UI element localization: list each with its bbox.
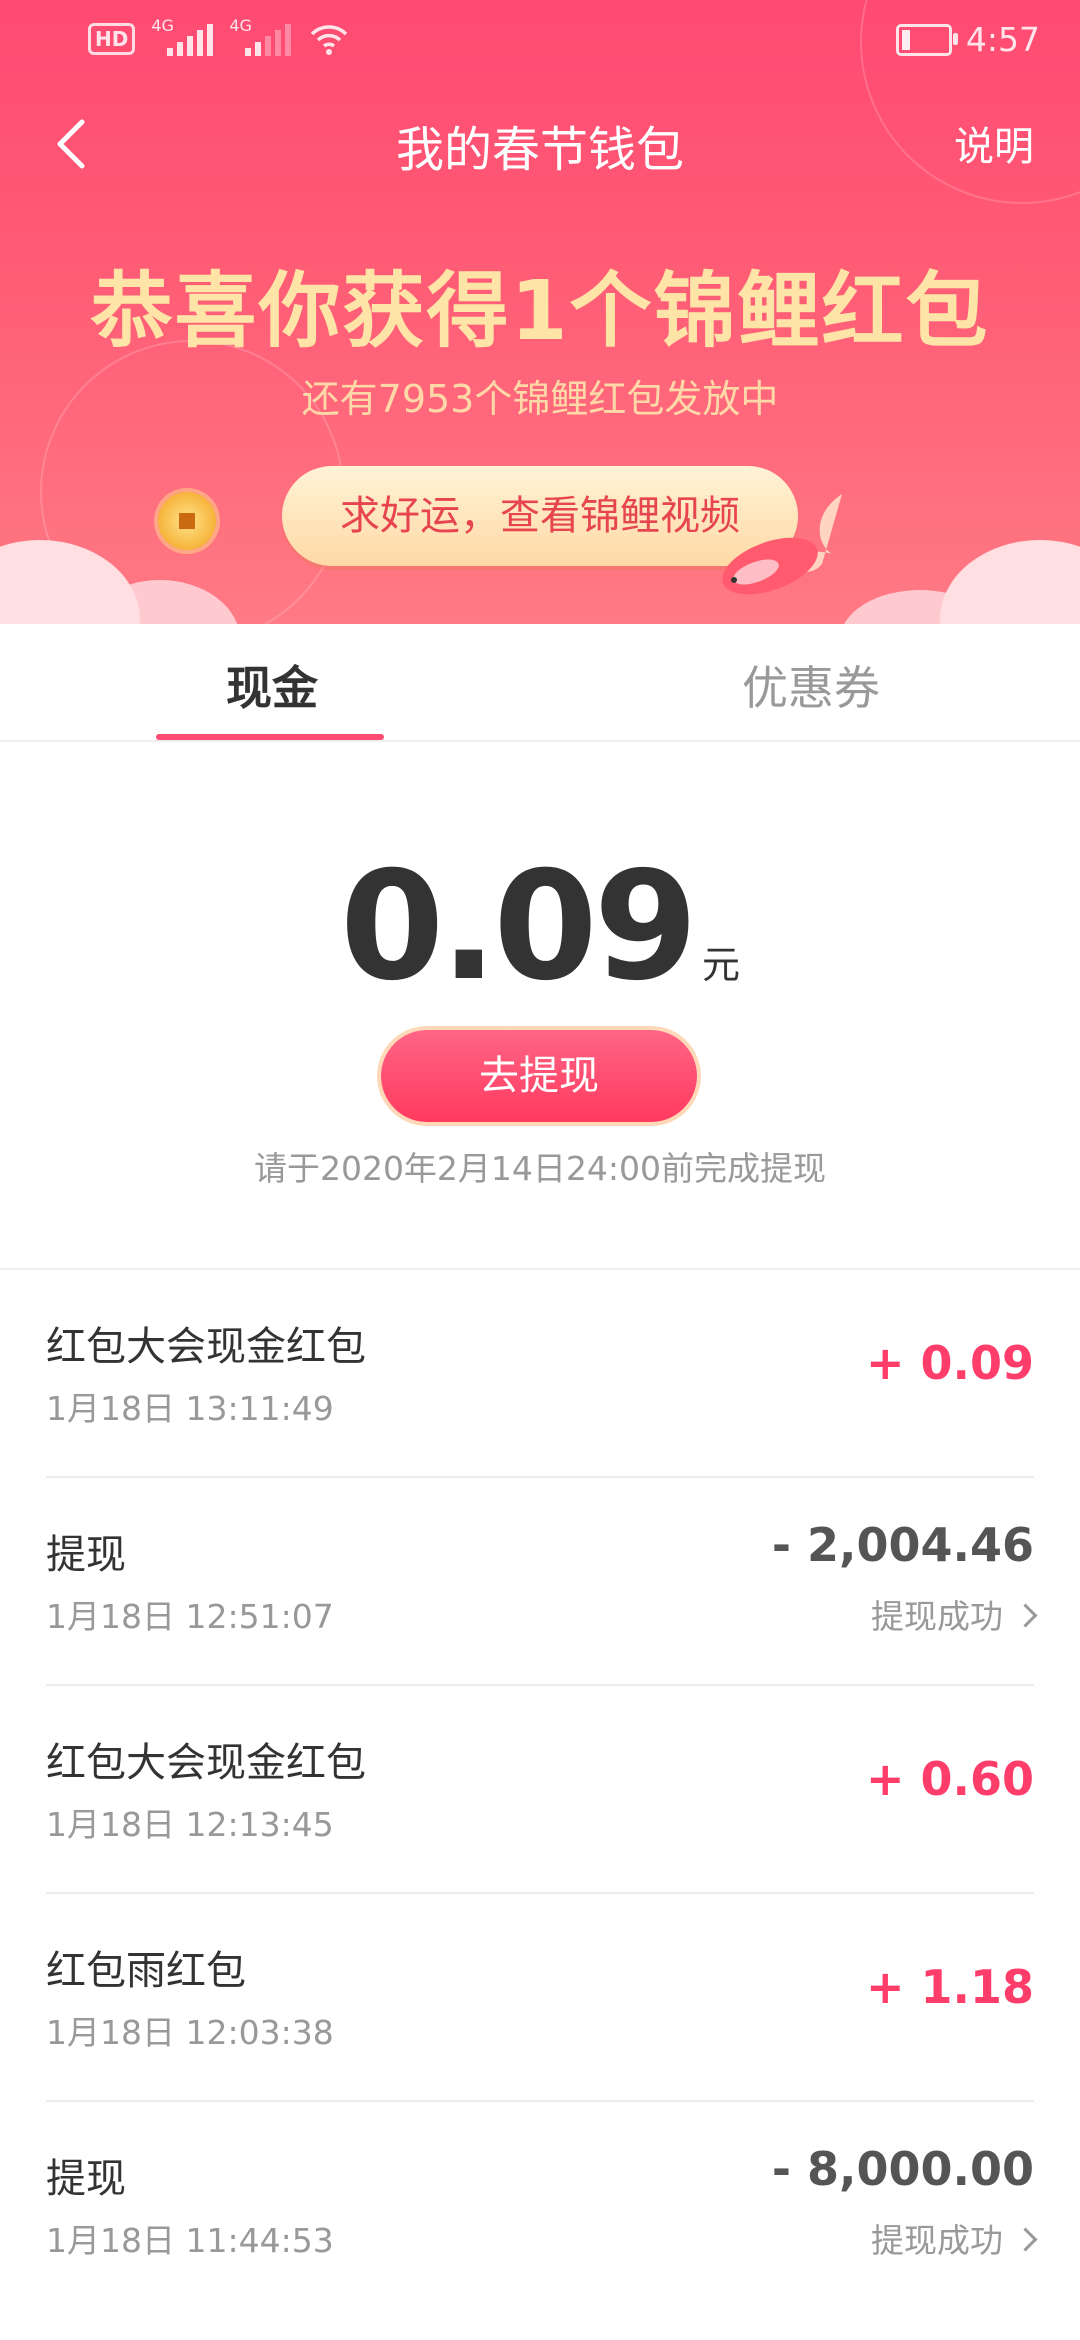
transaction-row[interactable]: 红包大会现金红包 1月18日 13:11:49 + 0.09	[46, 1270, 1034, 1478]
transaction-row[interactable]: 红包大会现金红包 1月18日 12:13:45 + 0.60	[46, 1686, 1034, 1894]
tab-cash[interactable]: 现金	[226, 652, 318, 718]
transaction-status-label: 提现成功	[871, 1597, 1003, 1636]
balance-amount: 0.09	[339, 840, 698, 1014]
koi-fish-icon	[722, 494, 842, 595]
transaction-status-label: 提现成功	[871, 2221, 1003, 2260]
status-bar: HD 4G 4G 4:57	[0, 0, 1080, 80]
transaction-row[interactable]: 红包雨红包 1月18日 12:03:38 + 1.18	[46, 1894, 1034, 2102]
transaction-title: 红包大会现金红包	[46, 1740, 366, 1786]
transaction-time: 1月18日 13:11:49	[46, 1389, 334, 1428]
transaction-time: 1月18日 11:44:53	[46, 2221, 334, 2260]
transaction-amount: - 8,000.00	[771, 2142, 1034, 2196]
transaction-status[interactable]: 提现成功	[871, 2214, 1038, 2262]
balance-display: 0.09 元	[0, 840, 1080, 1014]
chevron-right-icon	[1013, 2227, 1038, 2252]
transaction-status[interactable]: 提现成功	[871, 1590, 1038, 1638]
header-banner: HD 4G 4G 4:57 我的春节钱包 说明 恭喜你获得1个锦鲤红包 还有79…	[0, 0, 1080, 624]
coin-icon	[158, 492, 216, 550]
banner-headline: 恭喜你获得1个锦鲤红包	[90, 264, 990, 359]
signal-icon: 4G	[151, 16, 214, 56]
battery-icon	[895, 23, 958, 56]
clock: 4:57	[965, 20, 1040, 59]
transaction-title: 红包大会现金红包	[46, 1324, 366, 1370]
banner-subline: 还有7953个锦鲤红包发放中	[301, 377, 779, 421]
transaction-amount: - 2,004.46	[771, 1518, 1034, 1572]
transaction-amount: + 1.18	[865, 1960, 1034, 2014]
transaction-amount: + 0.09	[865, 1336, 1034, 1390]
nav-bar: 我的春节钱包 说明	[0, 92, 1080, 192]
transaction-amount: + 0.60	[865, 1752, 1034, 1806]
transaction-list: 红包大会现金红包 1月18日 13:11:49 + 0.09 提现 1月18日 …	[0, 1270, 1080, 2308]
withdraw-deadline: 请于2020年2月14日24:00前完成提现	[253, 1149, 827, 1188]
help-link[interactable]: 说明	[954, 114, 1034, 172]
signal-icon: 4G	[229, 16, 292, 56]
transaction-row[interactable]: 提现 1月18日 11:44:53 - 8,000.00 提现成功	[46, 2102, 1038, 2308]
page-title: 我的春节钱包	[395, 122, 684, 178]
chevron-right-icon	[1013, 1603, 1038, 1628]
tab-indicator	[156, 734, 384, 740]
transaction-title: 红包雨红包	[46, 1948, 246, 1994]
wifi-icon	[311, 25, 348, 55]
withdraw-button[interactable]: 去提现	[381, 1030, 697, 1122]
transaction-time: 1月18日 12:03:38	[46, 2013, 334, 2052]
transaction-time: 1月18日 12:13:45	[46, 1805, 334, 1844]
balance-unit: 元	[702, 943, 741, 987]
transaction-title: 提现	[46, 2156, 126, 2202]
transaction-row[interactable]: 提现 1月18日 12:51:07 - 2,004.46 提现成功	[46, 1478, 1038, 1686]
tab-coupons[interactable]: 优惠券	[742, 652, 880, 718]
transaction-title: 提现	[46, 1532, 126, 1578]
hd-icon: HD	[88, 23, 136, 55]
tab-bar: 现金 优惠券	[0, 624, 1080, 742]
transaction-time: 1月18日 12:51:07	[46, 1597, 334, 1636]
